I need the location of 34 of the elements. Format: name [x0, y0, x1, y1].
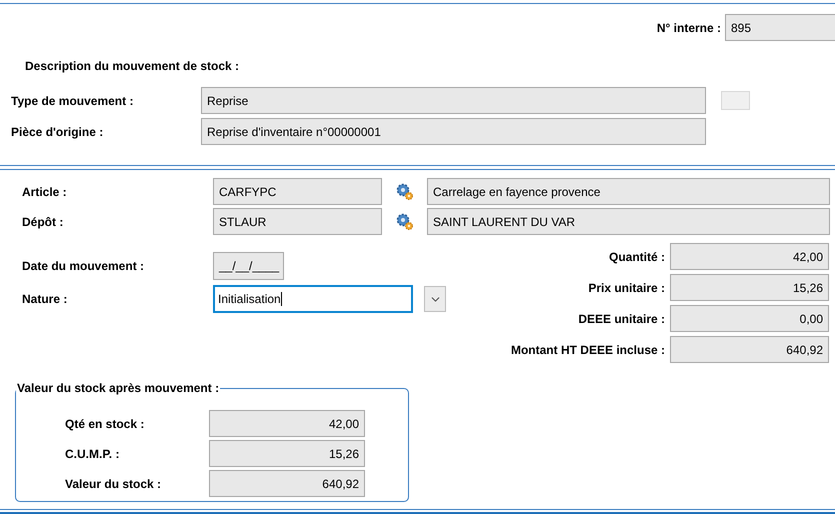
field-label: Valeur du stock : — [65, 476, 162, 492]
gears-icon[interactable] — [396, 212, 414, 230]
code-field[interactable]: STLAUR — [213, 208, 382, 235]
name-field[interactable]: Carrelage en fayence provence — [427, 178, 830, 205]
field-label: DEEE unitaire : — [578, 310, 665, 328]
text-field[interactable]: Reprise — [201, 87, 706, 114]
field-label: Dépôt : — [22, 214, 64, 230]
stock-value-field[interactable]: 15,26 — [209, 440, 365, 467]
stock-value-field[interactable]: 42,00 — [209, 410, 365, 437]
date-field[interactable]: __/__/____ — [213, 252, 284, 280]
amount-field[interactable]: 42,00 — [670, 243, 829, 270]
name-field[interactable]: SAINT LAURENT DU VAR — [427, 208, 830, 235]
field-label: C.U.M.P. : — [65, 446, 120, 462]
stock-value-field[interactable]: 640,92 — [209, 470, 365, 497]
gears-icon[interactable] — [396, 182, 414, 200]
field-label: Prix unitaire : — [588, 280, 665, 296]
internal-number-field[interactable]: 895 — [725, 14, 835, 41]
amount-field[interactable]: 15,26 — [670, 274, 829, 301]
section-heading: Description du mouvement de stock : — [25, 58, 240, 75]
field-label: Montant HT DEEE incluse : — [510, 342, 665, 358]
field-label: Qté en stock : — [65, 416, 146, 432]
field-label: Nature : — [22, 291, 68, 308]
nature-field[interactable]: Initialisation — [213, 285, 413, 313]
field-label: Type de mouvement : — [11, 92, 134, 110]
text-field[interactable]: Reprise d'inventaire n°00000001 — [201, 118, 706, 145]
field-label: Article : — [22, 184, 68, 200]
amount-field[interactable]: 0,00 — [670, 305, 829, 332]
field-label: N° interne : — [656, 20, 721, 36]
field-label: Quantité : — [609, 248, 665, 266]
amount-field[interactable]: 640,92 — [670, 336, 829, 363]
panel-legend: Valeur du stock après mouvement : — [16, 379, 220, 397]
code-field[interactable]: CARFYPC — [213, 178, 382, 205]
field-label: Date du mouvement : — [22, 258, 146, 275]
field-label: Pièce d'origine : — [11, 124, 104, 140]
